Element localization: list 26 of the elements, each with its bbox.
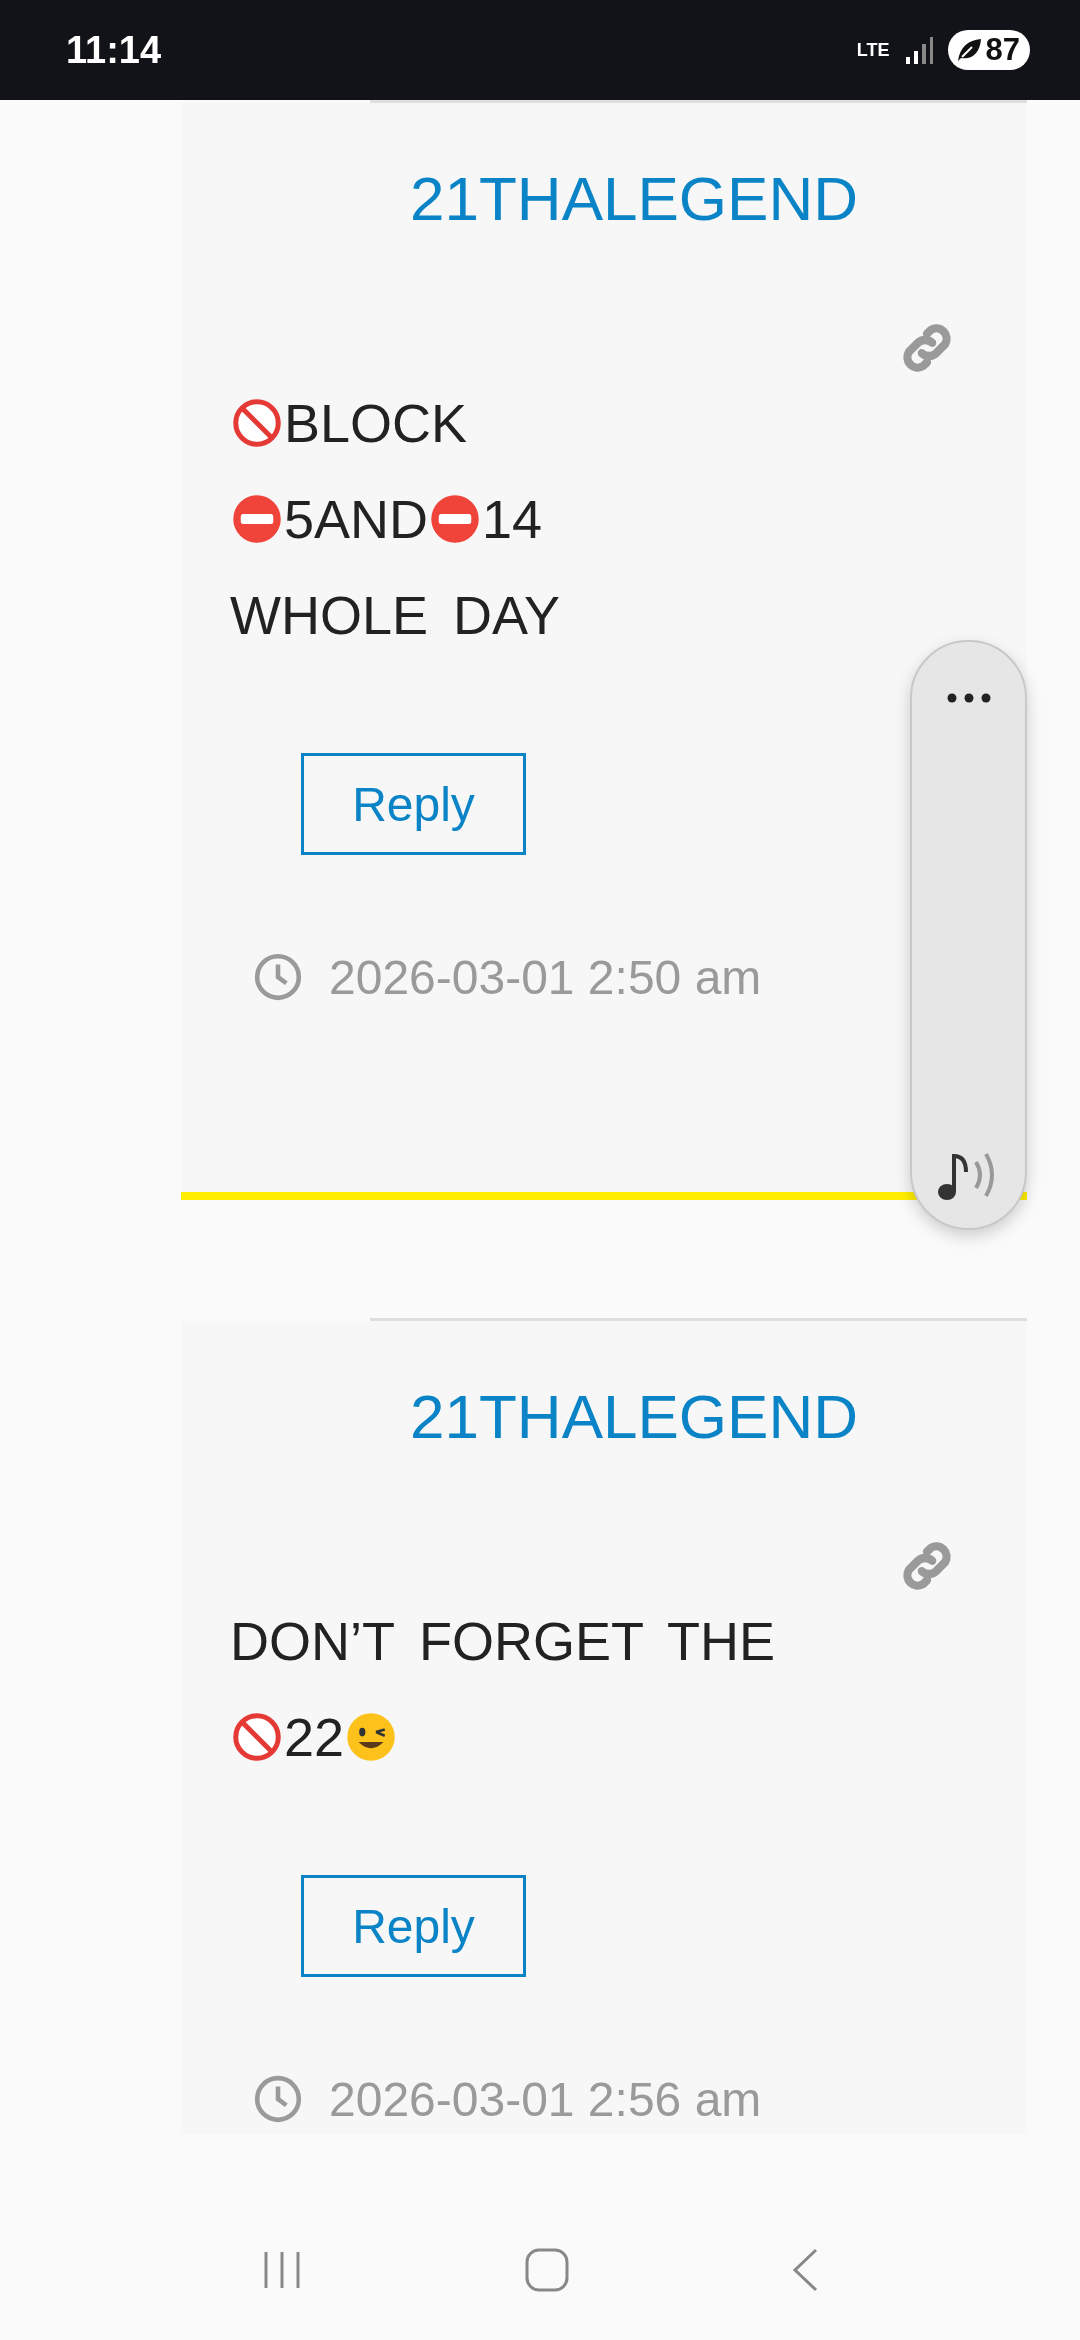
comment-timestamp: 2026-03-01 2:50 am xyxy=(329,949,762,1005)
comment-text: 14 xyxy=(482,488,543,550)
network-type: LTE xyxy=(856,39,890,61)
comment-text: DON’T FORGET THE xyxy=(230,1610,776,1672)
comment-timestamp: 2026-03-01 2:56 am xyxy=(329,2071,762,2127)
home-icon[interactable] xyxy=(524,2247,570,2293)
prohibited-icon xyxy=(232,1712,282,1762)
clock-time: 11:14 xyxy=(66,28,162,72)
comment-author[interactable]: 21THALEGEND xyxy=(410,159,858,239)
clock-icon xyxy=(253,952,303,1002)
comment-text: WHOLE DAY xyxy=(230,584,561,646)
prohibited-icon xyxy=(232,398,282,448)
clock-icon xyxy=(253,2074,303,2124)
signal-icon xyxy=(903,35,934,65)
reply-button[interactable]: Reply xyxy=(301,1875,526,1977)
winking-face-icon xyxy=(346,1712,397,1762)
comment-author[interactable]: 21THALEGEND xyxy=(410,1377,858,1457)
more-icon[interactable] xyxy=(945,692,992,704)
comment-text: 22 xyxy=(284,1706,345,1768)
comment-text: 5AND xyxy=(284,488,429,550)
battery-level: 87 xyxy=(985,32,1020,68)
reply-button[interactable]: Reply xyxy=(301,753,526,855)
no-entry-icon xyxy=(430,494,481,544)
no-entry-icon xyxy=(232,494,282,544)
back-icon[interactable] xyxy=(790,2247,820,2293)
comment-text: BLOCK xyxy=(284,392,468,454)
